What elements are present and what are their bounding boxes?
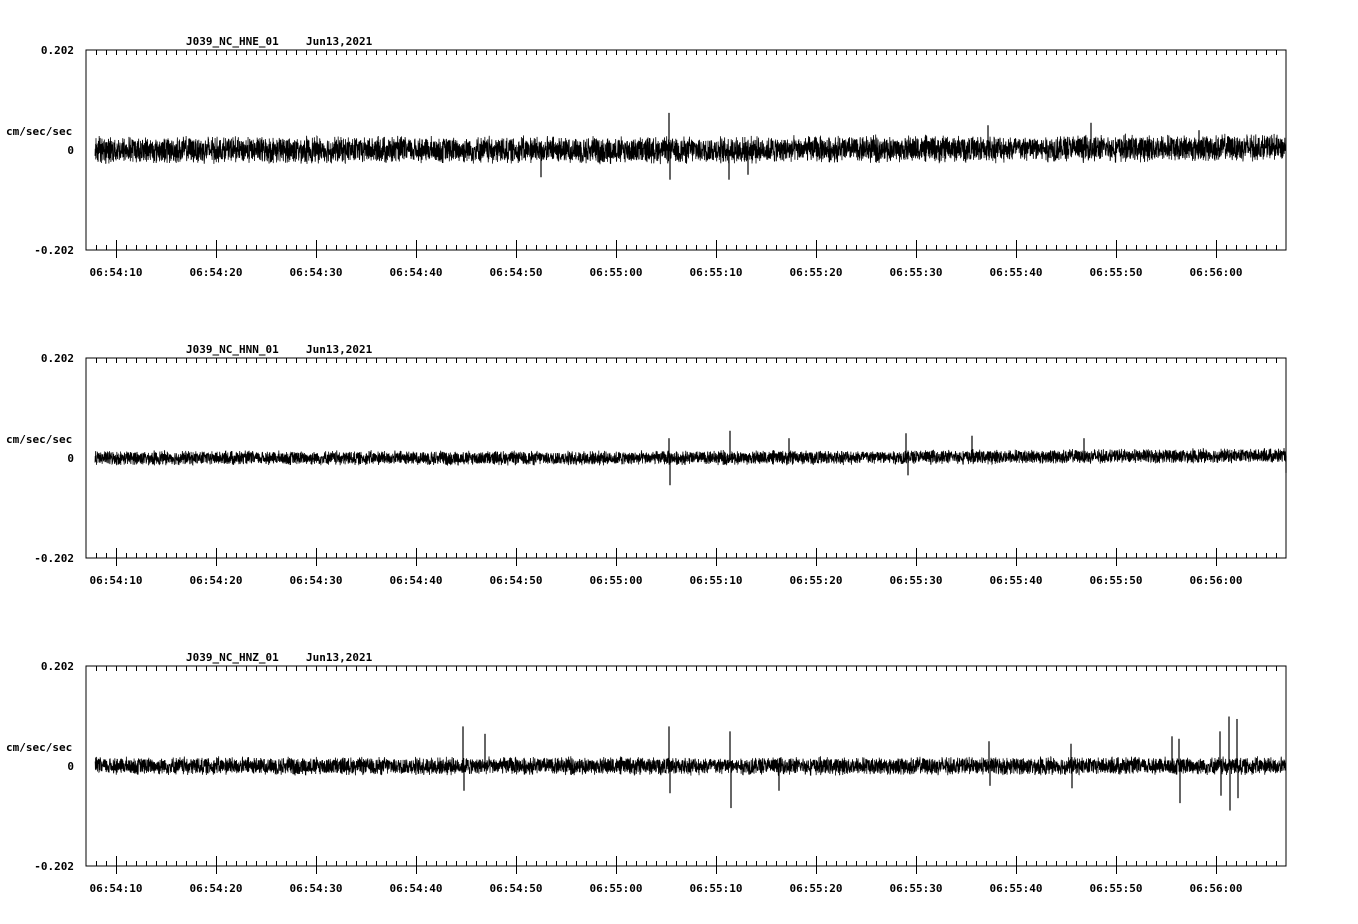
x-tick-label: 06:55:00 bbox=[590, 882, 643, 895]
x-tick-label: 06:56:00 bbox=[1190, 574, 1243, 587]
x-tick-label: 06:55:50 bbox=[1090, 266, 1143, 279]
x-tick-label: 06:55:20 bbox=[790, 882, 843, 895]
record-date: Jun13,2021 bbox=[306, 651, 373, 664]
y-tick-label: 0 bbox=[67, 144, 74, 157]
station-title: J039_NC_HNE_01 bbox=[186, 35, 279, 48]
x-tick-label: 06:54:40 bbox=[390, 882, 443, 895]
x-tick-label: 06:54:10 bbox=[90, 574, 143, 587]
y-axis-label: cm/sec/sec bbox=[6, 433, 72, 446]
y-tick-label: -0.202 bbox=[34, 860, 74, 873]
y-axis-label: cm/sec/sec bbox=[6, 125, 72, 138]
x-tick-label: 06:54:30 bbox=[290, 574, 343, 587]
x-tick-label: 06:56:00 bbox=[1190, 266, 1243, 279]
x-tick-label: 06:55:10 bbox=[690, 882, 743, 895]
x-tick-label: 06:55:40 bbox=[990, 574, 1043, 587]
x-tick-label: 06:55:30 bbox=[890, 266, 943, 279]
x-tick-label: 06:54:30 bbox=[290, 266, 343, 279]
seismogram-figure: J039_NC_HNE_01 Jun13,2021 cm/sec/sec 0.202 0… bbox=[6, 35, 1287, 895]
x-tick-label: 06:54:50 bbox=[490, 574, 543, 587]
x-tick-label: 06:55:00 bbox=[590, 574, 643, 587]
x-tick-label: 06:55:40 bbox=[990, 266, 1043, 279]
x-tick-label: 06:55:00 bbox=[590, 266, 643, 279]
x-tick-label: 06:55:20 bbox=[790, 574, 843, 587]
station-title: J039_NC_HNZ_01 bbox=[186, 651, 279, 664]
seismogram-panel-1: J039_NC_HNE_01 Jun13,2021 cm/sec/sec 0.202 0… bbox=[6, 35, 1287, 279]
x-tick-label: 06:54:50 bbox=[490, 266, 543, 279]
x-tick-label: 06:54:20 bbox=[190, 266, 243, 279]
x-tick-label: 06:54:40 bbox=[390, 574, 443, 587]
x-tick-label: 06:54:50 bbox=[490, 882, 543, 895]
waveform-trace bbox=[94, 133, 1287, 165]
x-tick-label: 06:55:50 bbox=[1090, 882, 1143, 895]
y-tick-label: 0 bbox=[67, 452, 74, 465]
x-tick-label: 06:56:00 bbox=[1190, 882, 1243, 895]
seismogram-panel-3: J039_NC_HNZ_01 Jun13,2021 cm/sec/sec 0.202 0… bbox=[6, 651, 1287, 895]
x-tick-label: 06:54:30 bbox=[290, 882, 343, 895]
record-date: Jun13,2021 bbox=[306, 343, 373, 356]
waveform-trace bbox=[94, 755, 1287, 776]
y-tick-label: 0 bbox=[67, 760, 74, 773]
x-tick-label: 06:55:30 bbox=[890, 574, 943, 587]
x-tick-label: 06:55:30 bbox=[890, 882, 943, 895]
record-date: Jun13,2021 bbox=[306, 35, 373, 48]
x-tick-label: 06:55:10 bbox=[690, 574, 743, 587]
waveform-trace bbox=[94, 447, 1287, 466]
x-tick-label: 06:55:50 bbox=[1090, 574, 1143, 587]
x-tick-label: 06:55:10 bbox=[690, 266, 743, 279]
x-tick-label: 06:54:20 bbox=[190, 574, 243, 587]
x-tick-label: 06:54:20 bbox=[190, 882, 243, 895]
y-tick-label: -0.202 bbox=[34, 552, 74, 565]
y-tick-label: -0.202 bbox=[34, 244, 74, 257]
y-axis-label: cm/sec/sec bbox=[6, 741, 72, 754]
y-tick-label: 0.202 bbox=[41, 44, 74, 57]
x-tick-label: 06:54:10 bbox=[90, 882, 143, 895]
x-tick-label: 06:55:20 bbox=[790, 266, 843, 279]
y-tick-label: 0.202 bbox=[41, 352, 74, 365]
x-tick-label: 06:55:40 bbox=[990, 882, 1043, 895]
station-title: J039_NC_HNN_01 bbox=[186, 343, 279, 356]
seismogram-panel-2: J039_NC_HNN_01 Jun13,2021 cm/sec/sec 0.202 0… bbox=[6, 343, 1287, 587]
x-tick-label: 06:54:40 bbox=[390, 266, 443, 279]
x-tick-label: 06:54:10 bbox=[90, 266, 143, 279]
y-tick-label: 0.202 bbox=[41, 660, 74, 673]
